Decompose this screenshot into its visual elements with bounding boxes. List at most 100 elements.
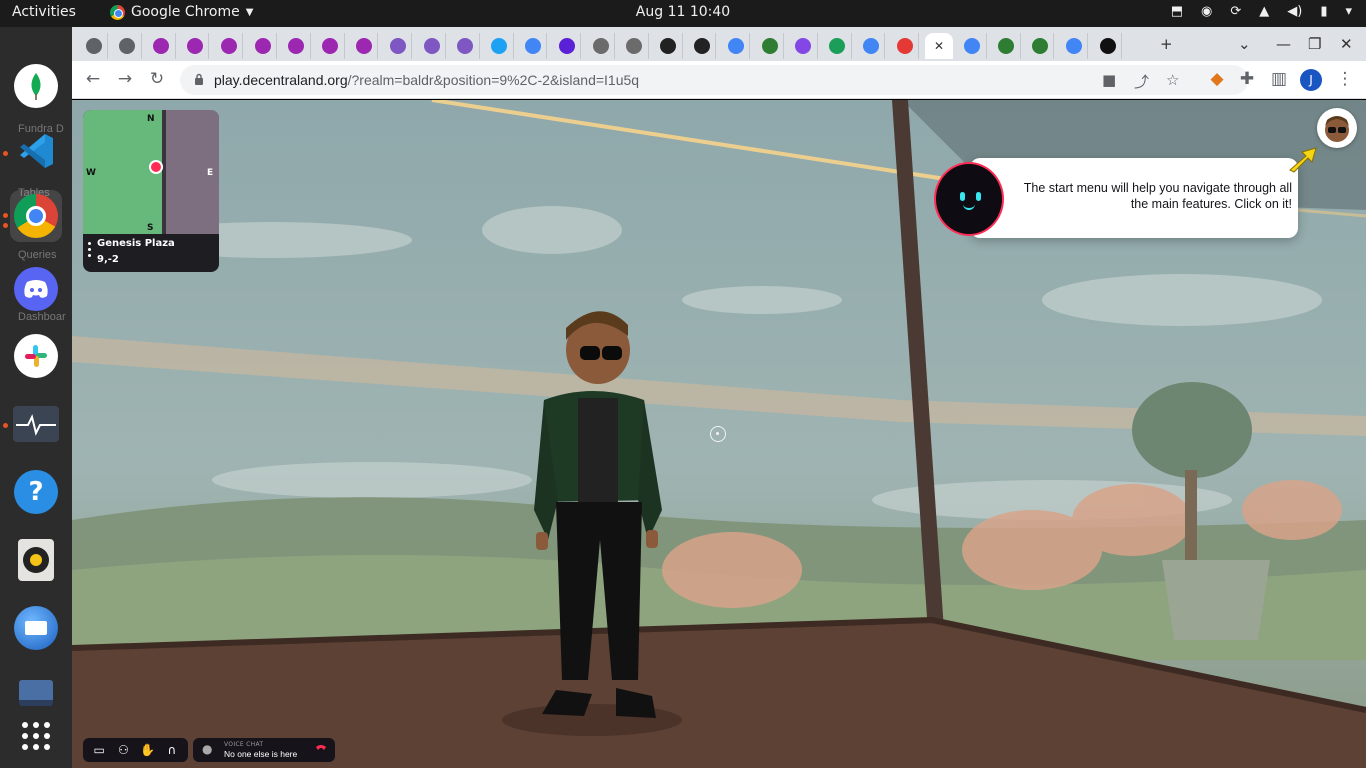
browser-tab[interactable] xyxy=(621,33,649,59)
browser-tab[interactable] xyxy=(553,33,582,59)
slack-icon[interactable] xyxy=(10,330,62,382)
browser-tab[interactable] xyxy=(722,33,751,59)
system-tray[interactable]: ⬒ ◉ ⟳ ▲ ◀) ▮ ▾ xyxy=(1171,4,1352,19)
discord-icon[interactable] xyxy=(10,263,62,315)
extensions-icon[interactable]: ✚ xyxy=(1236,69,1258,89)
tab-favicon-icon xyxy=(1099,38,1116,54)
headphones-icon[interactable]: ∩ xyxy=(164,742,180,758)
maximize-icon[interactable]: ❐ xyxy=(1308,35,1321,53)
voice-chat-panel[interactable]: ● VOICE CHAT No one else is here xyxy=(193,738,335,762)
tab-favicon-icon xyxy=(186,38,203,54)
bookmark-star-icon[interactable]: ☆ xyxy=(1166,71,1179,89)
close-icon[interactable]: ✕ xyxy=(931,38,947,54)
browser-tab[interactable] xyxy=(1060,33,1089,59)
address-bar[interactable]: play.decentraland.org/?realm=baldr&posit… xyxy=(180,65,1248,95)
show-applications-icon[interactable] xyxy=(10,710,62,762)
tab-search-icon[interactable]: ⌄ xyxy=(1238,35,1251,53)
minimap-menu-icon[interactable] xyxy=(88,242,92,260)
tutorial-robot-icon xyxy=(934,162,1004,236)
mongodb-compass-icon[interactable] xyxy=(10,60,62,112)
browser-tab[interactable] xyxy=(790,33,818,59)
browser-toolbar: ← → ↻ play.decentraland.org/?realm=baldr… xyxy=(72,61,1366,99)
lock-icon[interactable] xyxy=(194,73,204,85)
tab-strip: ✕ + ⌄ — ❐ ✕ xyxy=(72,27,1366,61)
leave-call-icon[interactable] xyxy=(315,743,327,755)
browser-tab[interactable] xyxy=(350,33,379,59)
wifi-icon[interactable]: ▲ xyxy=(1259,4,1269,19)
running-indicator xyxy=(3,151,8,156)
browser-tab[interactable] xyxy=(181,33,210,59)
browser-tab[interactable] xyxy=(384,33,413,59)
thunderbird-icon[interactable] xyxy=(10,602,62,654)
android-icon[interactable]: ⬒ xyxy=(1171,4,1183,19)
browser-tab[interactable] xyxy=(1094,33,1122,59)
help-icon[interactable]: ? xyxy=(10,466,62,518)
tab-favicon-icon xyxy=(288,38,305,54)
more-menu-icon[interactable]: ⋮ xyxy=(1334,69,1356,89)
volume-icon[interactable]: ◀) xyxy=(1287,4,1302,19)
new-tab-icon[interactable]: + xyxy=(1160,35,1173,53)
dock: Fundra D Tables Queries Dashboar ? xyxy=(0,27,72,768)
browser-tab[interactable] xyxy=(283,33,311,59)
minimap[interactable]: N S W E Genesis Plaza 9,-2 xyxy=(83,110,219,272)
browser-tab[interactable] xyxy=(486,33,514,59)
system-monitor-icon[interactable] xyxy=(10,398,62,450)
side-panel-icon[interactable]: ▥ xyxy=(1268,69,1290,89)
browser-tab[interactable] xyxy=(857,33,886,59)
friends-icon[interactable]: ⚇ xyxy=(115,742,131,758)
vscode-icon[interactable] xyxy=(10,125,62,177)
browser-tab[interactable] xyxy=(993,33,1021,59)
browser-tab[interactable] xyxy=(317,33,345,59)
emote-icon[interactable]: ✋ xyxy=(140,742,156,758)
browser-tab[interactable] xyxy=(655,33,683,59)
url-text[interactable]: play.decentraland.org/?realm=baldr&posit… xyxy=(214,72,639,88)
app-menu[interactable]: Google Chrome ▼ xyxy=(110,4,253,20)
tab-favicon-icon xyxy=(119,38,136,54)
camera-icon[interactable]: ■ xyxy=(1102,71,1116,89)
browser-tab[interactable] xyxy=(891,33,920,59)
url-host: play.decentraland.org xyxy=(214,72,348,88)
browser-tab[interactable] xyxy=(418,33,446,59)
forward-icon[interactable]: → xyxy=(114,69,136,89)
tab-favicon-icon xyxy=(220,38,237,54)
chrome-dock-icon[interactable] xyxy=(10,190,62,242)
power-menu-icon[interactable]: ▾ xyxy=(1345,4,1352,19)
browser-tab[interactable] xyxy=(114,33,142,59)
place-coordinates: 9,-2 xyxy=(97,254,119,265)
browser-tab[interactable] xyxy=(80,33,108,59)
browser-tab[interactable] xyxy=(959,33,987,59)
metamask-icon[interactable]: ◆ xyxy=(1206,69,1228,89)
browser-tab[interactable] xyxy=(148,33,176,59)
rhythmbox-icon[interactable] xyxy=(10,534,62,586)
profile-avatar-button[interactable]: J xyxy=(1300,69,1322,91)
update-icon[interactable]: ⟳ xyxy=(1230,4,1241,19)
tab-favicon-icon xyxy=(660,38,677,54)
window-close-icon[interactable]: ✕ xyxy=(1340,35,1353,53)
tutorial-tooltip[interactable]: The start menu will help you navigate th… xyxy=(970,158,1298,238)
browser-tab[interactable] xyxy=(824,33,852,59)
microphone-icon[interactable]: ● xyxy=(202,742,212,756)
browser-tab[interactable] xyxy=(519,33,548,59)
tab-favicon-icon xyxy=(457,38,474,54)
start-menu-avatar-button[interactable] xyxy=(1317,108,1357,148)
tab-favicon-icon xyxy=(322,38,339,54)
browser-tab[interactable] xyxy=(587,33,615,59)
browser-tab[interactable] xyxy=(688,33,717,59)
tab-active[interactable]: ✕ xyxy=(925,33,953,59)
activities-button[interactable]: Activities xyxy=(12,4,76,20)
tutorial-message: The start menu will help you navigate th… xyxy=(1023,181,1292,211)
share-icon[interactable]: ⤴ xyxy=(1134,71,1149,92)
discord-tray-icon[interactable]: ◉ xyxy=(1201,4,1212,19)
battery-icon[interactable]: ▮ xyxy=(1320,4,1327,19)
minimize-icon[interactable]: — xyxy=(1276,35,1291,53)
running-indicator xyxy=(3,223,8,228)
browser-tab[interactable] xyxy=(452,33,480,59)
chat-icon[interactable]: ▭ xyxy=(91,742,107,758)
back-icon[interactable]: ← xyxy=(82,69,104,89)
decentraland-viewport[interactable]: N S W E Genesis Plaza 9,-2 The start men… xyxy=(72,100,1366,768)
browser-tab[interactable] xyxy=(249,33,277,59)
reload-icon[interactable]: ↻ xyxy=(146,69,168,89)
browser-tab[interactable] xyxy=(756,33,784,59)
browser-tab[interactable] xyxy=(1026,33,1055,59)
browser-tab[interactable] xyxy=(215,33,244,59)
